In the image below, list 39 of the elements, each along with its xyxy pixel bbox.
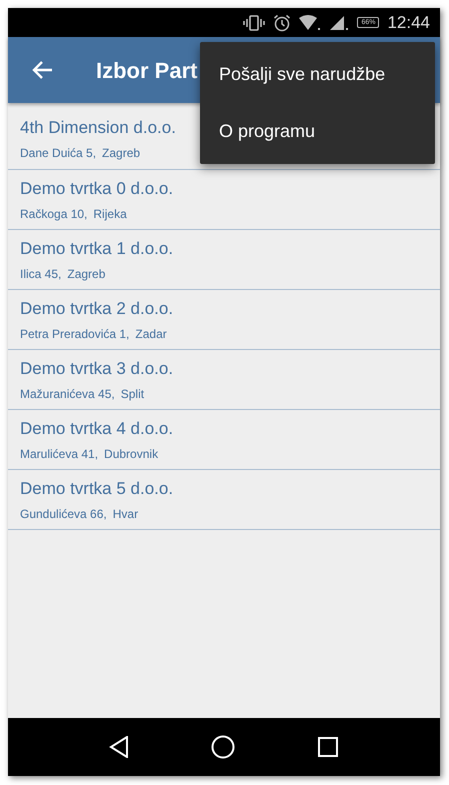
partner-city: Zadar — [135, 326, 167, 342]
alarm-clock-icon — [273, 14, 292, 32]
partner-name: Demo tvrtka 4 d.o.o. — [20, 418, 174, 440]
partner-address: Račkoga 10, — [20, 206, 88, 222]
partner-list-item[interactable]: Demo tvrtka 5 d.o.o. Gundulićeva 66, Hvar — [8, 470, 440, 530]
partner-address: Dane Duića 5, — [20, 145, 96, 161]
partner-list-item[interactable]: Demo tvrtka 2 d.o.o. Petra Preradovića 1, Zadar — [8, 290, 440, 350]
partner-address: Marulićeva 41, — [20, 446, 98, 462]
partner-name: Demo tvrtka 2 d.o.o. — [20, 298, 174, 320]
signal-icon — [329, 14, 350, 30]
partner-city: Hvar — [112, 506, 138, 522]
wifi-icon — [299, 14, 322, 30]
screen-title: Izbor Part — [96, 56, 198, 84]
partner-address: Ilica 45, — [20, 266, 62, 282]
partner-city: Zagreb — [102, 145, 140, 161]
partner-name: 4th Dimension d.o.o. — [20, 117, 176, 139]
partner-city: Dubrovnik — [104, 446, 158, 462]
partner-name: Demo tvrtka 5 d.o.o. — [20, 478, 174, 500]
partner-city: Rijeka — [93, 206, 127, 222]
partner-name: Demo tvrtka 1 d.o.o. — [20, 238, 174, 260]
home-nav-icon[interactable] — [211, 735, 235, 759]
back-arrow-icon — [31, 60, 53, 80]
menu-item[interactable]: O programu — [200, 103, 435, 160]
back-nav-icon[interactable] — [109, 736, 129, 758]
partner-list-item[interactable]: Demo tvrtka 1 d.o.o. Ilica 45, Zagreb — [8, 230, 440, 290]
partner-city: Split — [120, 386, 144, 402]
partner-list-item[interactable]: Demo tvrtka 3 d.o.o. Mažuranićeva 45, Split — [8, 350, 440, 410]
vibrate-icon — [243, 14, 266, 30]
clock-time: 12:44 — [387, 12, 430, 34]
partner-address: Gundulićeva 66, — [20, 506, 107, 522]
partner-address: Mažuranićeva 45, — [20, 386, 115, 402]
partner-address: Petra Preradovića 1, — [20, 326, 130, 342]
partner-list-item[interactable]: Demo tvrtka 0 d.o.o. Račkoga 10, Rijeka — [8, 170, 440, 230]
menu-item[interactable]: Pošalji sve narudžbe — [200, 46, 435, 103]
recents-nav-icon[interactable] — [317, 736, 339, 758]
partner-city: Zagreb — [67, 266, 106, 282]
partner-name: Demo tvrtka 3 d.o.o. — [20, 358, 174, 380]
partner-list-item[interactable]: Demo tvrtka 4 d.o.o. Marulićeva 41, Dubrovnik — [8, 410, 440, 470]
partner-name: Demo tvrtka 0 d.o.o. — [20, 178, 174, 200]
